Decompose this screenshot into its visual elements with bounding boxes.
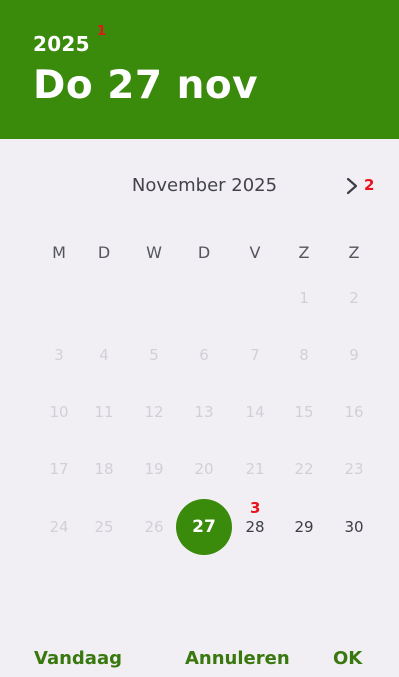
calendar-day-disabled: 4: [99, 346, 109, 364]
ok-button[interactable]: OK: [333, 648, 362, 669]
next-month-button[interactable]: [341, 172, 363, 200]
calendar-day-disabled: 25: [94, 518, 114, 536]
weekday-label: M: [52, 243, 66, 262]
weekday-label: V: [249, 243, 261, 262]
calendar-day-disabled: 10: [49, 403, 69, 421]
month-navigation: November 2025 2: [0, 174, 399, 198]
calendar-day-disabled: 23: [344, 460, 364, 478]
calendar-day-disabled: 6: [199, 346, 209, 364]
calendar-day-disabled: 1: [299, 289, 309, 307]
calendar-day-disabled: 16: [344, 403, 364, 421]
cancel-button[interactable]: Annuleren: [185, 648, 290, 669]
calendar-day-disabled: 5: [149, 346, 159, 364]
calendar-day-disabled: 3: [54, 346, 64, 364]
dialog-actions: Vandaag Annuleren OK: [0, 648, 399, 674]
calendar-day-disabled: 17: [49, 460, 69, 478]
calendar-day[interactable]: 30: [334, 515, 374, 539]
weekday-label: Z: [298, 243, 310, 262]
date-picker-dialog: 2025 1 Do 27 nov November 2025 2 MDWDVZZ…: [0, 0, 399, 677]
calendar-day-disabled: 18: [94, 460, 114, 478]
calendar-day-disabled: 9: [349, 346, 359, 364]
today-button[interactable]: Vandaag: [34, 648, 122, 669]
calendar-day-disabled: 20: [194, 460, 214, 478]
calendar-day-disabled: 19: [144, 460, 164, 478]
calendar-day-disabled: 26: [144, 518, 164, 536]
year-label[interactable]: 2025: [33, 32, 90, 56]
chevron-right-icon: [346, 177, 358, 195]
calendar-day-disabled: 12: [144, 403, 164, 421]
calendar-day[interactable]: 29: [284, 515, 324, 539]
weekday-label: W: [146, 243, 162, 262]
calendar-day-disabled: 8: [299, 346, 309, 364]
selected-date-label: Do 27 nov: [33, 63, 259, 108]
calendar-day-disabled: 24: [49, 518, 69, 536]
calendar-day-disabled: 7: [250, 346, 260, 364]
annotation-marker-3: 3: [250, 499, 261, 517]
date-picker-header: 2025 1 Do 27 nov: [0, 0, 399, 139]
calendar-day-disabled: 14: [245, 403, 265, 421]
calendar-day-selected[interactable]: 27: [176, 499, 232, 555]
weekday-label: D: [197, 243, 211, 262]
calendar-day-disabled: 11: [94, 403, 114, 421]
calendar-day-disabled: 21: [245, 460, 265, 478]
weekday-label: Z: [348, 243, 360, 262]
month-title: November 2025: [131, 175, 278, 196]
calendar-day-disabled: 13: [194, 403, 214, 421]
calendar-day[interactable]: 28: [235, 515, 275, 539]
annotation-marker-2: 2: [364, 176, 375, 194]
annotation-marker-1: 1: [97, 24, 107, 39]
calendar-day-disabled: 2: [349, 289, 359, 307]
calendar-day-disabled: 15: [294, 403, 314, 421]
calendar-day-disabled: 22: [294, 460, 314, 478]
weekday-label: D: [97, 243, 111, 262]
